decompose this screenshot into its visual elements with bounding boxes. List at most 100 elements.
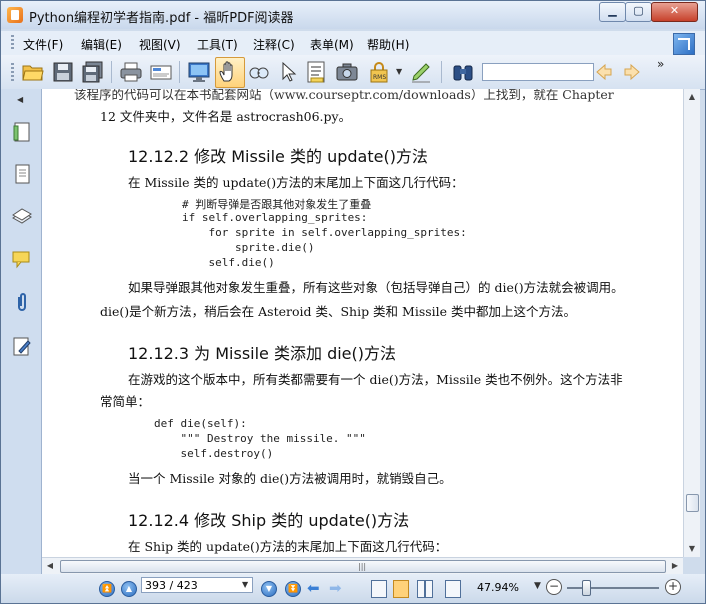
zoom-dropdown-icon[interactable]: ▼ xyxy=(534,581,541,591)
save-all-icon[interactable] xyxy=(81,60,105,84)
section-heading: 12.12.3 为 Missile 类添加 die()方法 xyxy=(128,344,397,363)
zoom-level[interactable]: 47.94% xyxy=(477,581,519,594)
section-heading: 12.12.2 修改 Missile 类的 update()方法 xyxy=(128,147,428,166)
status-bar: ⏫ ▲ ▼ ⏬ ⬅ ➡ 47.94% ▼ − + xyxy=(1,574,705,603)
menu-form[interactable]: 表单(M) xyxy=(310,36,354,53)
scroll-down-arrow[interactable]: ▼ xyxy=(684,541,700,557)
toolbar-grip[interactable] xyxy=(11,63,14,83)
bookmarks-panel-icon[interactable] xyxy=(11,121,33,143)
open-folder-icon[interactable] xyxy=(21,60,45,84)
previous-page-icon[interactable]: ▲ xyxy=(121,581,137,597)
page-dropdown-icon[interactable]: ▼ xyxy=(242,578,252,592)
single-page-view-icon[interactable] xyxy=(371,580,387,598)
paragraph-text: 在 Missile 类的 update()方法的末尾加上下面这几行代码： xyxy=(128,175,464,190)
signatures-panel-icon[interactable] xyxy=(11,335,33,357)
attachments-paperclip-icon[interactable] xyxy=(11,291,33,313)
window-title: Python编程初学者指南.pdf - 福昕PDF阅读器 xyxy=(29,11,294,26)
page-number-input[interactable]: 393 / 423 xyxy=(141,577,253,593)
paragraph-text: 如果导弹跟其他对象发生重叠，所有这些对象（包括导弹自己）的 die()方法就会被… xyxy=(128,280,624,295)
menu-bar: 文件(F) 编辑(E) 视图(V) 工具(T) 注释(C) 表单(M) 帮助(H… xyxy=(1,31,705,55)
monitor-icon[interactable] xyxy=(187,60,211,84)
rms-dropdown-arrow[interactable]: ▼ xyxy=(396,67,402,76)
paragraph-text: 在游戏的这个版本中，所有类都需要有一个 die()方法，Missile 类也不例… xyxy=(128,372,623,387)
zoom-glass-icon[interactable] xyxy=(247,60,271,84)
find-binoculars-icon[interactable] xyxy=(451,60,475,84)
code-line: self.destroy() xyxy=(154,447,274,460)
toolbar-overflow-chevron[interactable]: » xyxy=(657,57,664,71)
sign-pen-icon[interactable] xyxy=(409,60,433,84)
find-previous-icon[interactable] xyxy=(593,61,615,83)
menu-help[interactable]: 帮助(H) xyxy=(367,36,409,53)
vertical-scrollbar[interactable]: ▲ ▼ xyxy=(683,89,700,557)
app-window: Python编程初学者指南.pdf - 福昕PDF阅读器 ▁ ▢ ✕ 文件(F)… xyxy=(0,0,706,604)
find-input[interactable] xyxy=(482,63,594,81)
navigation-side-panel: ◀ xyxy=(1,89,42,577)
ui-layout-icon[interactable] xyxy=(673,33,695,55)
scroll-up-arrow[interactable]: ▲ xyxy=(684,89,700,105)
code-line: self.die() xyxy=(182,256,275,269)
paragraph-text: 该程序的代码可以在本书配套网站（www.courseptr.com/downlo… xyxy=(74,89,614,102)
vertical-scroll-thumb[interactable] xyxy=(686,494,699,512)
print-icon[interactable] xyxy=(119,60,143,84)
title-bar: Python编程初学者指南.pdf - 福昕PDF阅读器 ▁ ▢ ✕ xyxy=(1,1,705,29)
document-view[interactable]: 该程序的代码可以在本书配套网站（www.courseptr.com/downlo… xyxy=(42,89,683,557)
horizontal-scroll-thumb[interactable]: ||| xyxy=(60,560,666,573)
paragraph-text: die()是个新方法，稍后会在 Asteroid 类、Ship 类和 Missi… xyxy=(100,304,577,319)
toolbar-separator xyxy=(111,61,112,83)
last-page-icon[interactable]: ⏬ xyxy=(285,581,301,597)
zoom-slider-thumb[interactable] xyxy=(582,580,591,596)
paragraph-text: 常简单： xyxy=(100,394,151,409)
hand-tool-icon[interactable] xyxy=(217,60,241,84)
menu-comment[interactable]: 注释(C) xyxy=(253,36,295,53)
zoom-in-icon[interactable]: + xyxy=(665,579,681,595)
pdf-page: 该程序的代码可以在本书配套网站（www.courseptr.com/downlo… xyxy=(42,89,683,557)
menu-grip[interactable] xyxy=(11,35,14,51)
scroll-right-arrow[interactable]: ▶ xyxy=(667,558,683,574)
go-forward-arrow-icon[interactable]: ➡ xyxy=(329,579,342,597)
continuous-facing-view-icon[interactable] xyxy=(445,580,461,598)
section-heading: 12.12.4 修改 Ship 类的 update()方法 xyxy=(128,511,410,530)
code-line: sprite.die() xyxy=(182,241,315,254)
toolbar-separator xyxy=(179,61,180,83)
menu-view[interactable]: 视图(V) xyxy=(139,36,181,53)
scroll-thumb-grip: ||| xyxy=(358,562,367,571)
menu-edit[interactable]: 编辑(E) xyxy=(81,36,122,53)
paragraph-text: 当一个 Missile 对象的 die()方法被调用时，就销毁自己。 xyxy=(128,471,452,486)
code-line: # 判断导弹是否跟其他对象发生了重叠 xyxy=(182,198,372,211)
continuous-view-icon[interactable] xyxy=(393,580,409,598)
next-page-icon[interactable]: ▼ xyxy=(261,581,277,597)
facing-view-icon-right xyxy=(425,580,433,598)
scroll-left-arrow[interactable]: ◀ xyxy=(42,558,58,574)
horizontal-scrollbar[interactable]: ◀ ||| ▶ xyxy=(42,557,683,574)
rms-lock-icon[interactable]: RMS xyxy=(367,60,391,84)
code-line: if self.overlapping_sprites: xyxy=(182,211,368,224)
zoom-out-icon[interactable]: − xyxy=(546,579,562,595)
facing-view-icon[interactable] xyxy=(417,580,425,598)
snapshot-camera-icon[interactable] xyxy=(335,60,359,84)
toolbar-separator xyxy=(441,61,442,83)
first-page-icon[interactable]: ⏫ xyxy=(99,581,115,597)
comments-panel-icon[interactable] xyxy=(11,249,33,271)
code-line: """ Destroy the missile. """ xyxy=(154,432,366,445)
select-arrow-icon[interactable] xyxy=(277,60,301,84)
code-line: def die(self): xyxy=(154,417,247,430)
paragraph-text: 在 Ship 类的 update()方法的末尾加上下面这几行代码： xyxy=(128,539,448,554)
scan-icon[interactable] xyxy=(149,60,173,84)
pages-panel-icon[interactable] xyxy=(11,163,33,185)
close-button[interactable]: ✕ xyxy=(651,2,698,22)
maximize-button[interactable]: ▢ xyxy=(625,2,652,22)
minimize-button[interactable]: ▁ xyxy=(599,2,626,22)
side-panel-collapse-icon[interactable]: ◀ xyxy=(17,95,23,104)
foxit-app-icon xyxy=(7,7,23,23)
go-back-arrow-icon[interactable]: ⬅ xyxy=(307,579,320,597)
save-icon[interactable] xyxy=(51,60,75,84)
paragraph-text: 12 文件夹中，文件名是 astrocrash06.py。 xyxy=(100,109,352,124)
zoom-slider-track[interactable] xyxy=(567,587,659,589)
find-next-icon[interactable] xyxy=(621,61,643,83)
layers-panel-icon[interactable] xyxy=(11,205,33,227)
rms-label: RMS xyxy=(373,74,386,81)
text-select-icon[interactable] xyxy=(305,60,329,84)
menu-tools[interactable]: 工具(T) xyxy=(197,36,238,53)
code-line: for sprite in self.overlapping_sprites: xyxy=(182,226,467,239)
menu-file[interactable]: 文件(F) xyxy=(23,36,63,53)
